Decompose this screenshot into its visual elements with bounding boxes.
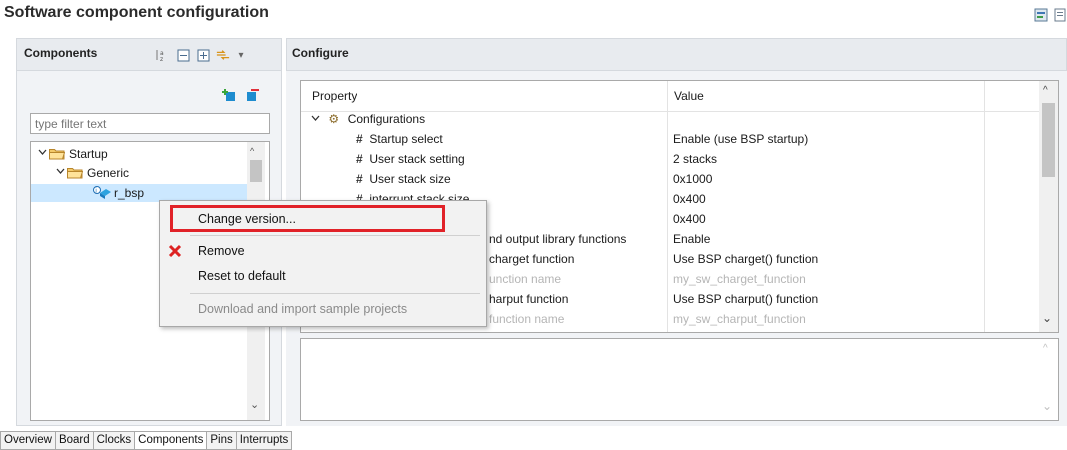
highlight-box <box>170 205 445 232</box>
scroll-up-icon[interactable]: ^ <box>250 146 254 156</box>
property-value[interactable]: Use BSP charput() function <box>673 289 818 309</box>
expand-all-icon[interactable] <box>196 48 210 62</box>
menu-item-reset-default[interactable]: Reset to default <box>198 269 286 283</box>
menu-item-download-samples: Download and import sample projects <box>198 302 408 316</box>
hash-icon: # <box>356 172 363 186</box>
property-name: unction name <box>489 272 562 286</box>
folder-icon <box>49 148 66 160</box>
scroll-up-icon[interactable]: ^ <box>1043 85 1048 96</box>
property-value[interactable]: Use BSP charget() function <box>673 249 818 269</box>
hash-icon: # <box>356 152 363 166</box>
column-header-property: Property <box>312 89 358 103</box>
property-name: function name <box>489 312 565 326</box>
property-name: harput function <box>489 292 569 306</box>
gear-icon: ⚙ <box>328 112 340 126</box>
configure-header <box>286 38 1067 71</box>
table-scrollbar-thumb[interactable] <box>1042 103 1055 177</box>
configure-title: Configure <box>292 46 349 60</box>
tree-node-startup[interactable]: Startup <box>35 145 108 163</box>
property-name: charget function <box>489 252 575 266</box>
chevron-down-icon[interactable] <box>35 148 49 160</box>
table-row[interactable]: # Startup select <box>356 129 443 149</box>
collapse-all-icon[interactable] <box>176 48 190 62</box>
view-menu-icon[interactable]: ▾ <box>234 48 248 62</box>
tree-label: Generic <box>87 166 130 180</box>
scroll-up-icon[interactable]: ^ <box>1043 343 1048 354</box>
tab-clocks[interactable]: Clocks <box>93 431 136 450</box>
remove-component-icon[interactable] <box>245 88 259 105</box>
tab-components[interactable]: Components <box>135 431 208 450</box>
property-value[interactable]: 0x1000 <box>673 169 712 189</box>
tree-label: Startup <box>69 147 108 161</box>
tree-label: r_bsp <box>114 186 145 200</box>
table-row[interactable]: ⚙ Configurations <box>311 109 425 129</box>
generate-code-icon[interactable] <box>1034 8 1048 22</box>
component-icon: i <box>92 185 112 202</box>
link-editor-icon[interactable] <box>216 48 230 62</box>
table-row[interactable]: # User stack size <box>356 169 451 189</box>
menu-item-remove[interactable]: Remove <box>198 244 245 258</box>
tree-scrollbar-thumb[interactable] <box>250 160 262 182</box>
column-header-value: Value <box>674 89 704 103</box>
svg-text:z: z <box>160 56 163 62</box>
tree-node-generic[interactable]: Generic <box>53 164 129 182</box>
add-component-icon[interactable] <box>222 88 236 105</box>
property-value[interactable]: 0x400 <box>673 209 706 229</box>
tab-overview[interactable]: Overview <box>0 431 56 450</box>
property-value[interactable]: Enable <box>673 229 710 249</box>
tab-pins[interactable]: Pins <box>207 431 237 450</box>
property-name: User stack setting <box>369 152 465 166</box>
remove-icon <box>168 244 182 261</box>
scroll-down-icon[interactable]: ⌄ <box>1042 399 1052 413</box>
table-row[interactable]: # User stack setting <box>356 149 465 169</box>
property-name: Configurations <box>347 112 426 126</box>
chevron-down-icon[interactable] <box>311 109 325 129</box>
property-value[interactable]: 0x400 <box>673 189 706 209</box>
property-name: nd output library functions <box>489 232 627 246</box>
description-area <box>300 338 1059 421</box>
scroll-down-icon[interactable]: ⌄ <box>1042 311 1052 325</box>
chevron-down-icon[interactable] <box>53 167 67 179</box>
tab-board[interactable]: Board <box>55 431 94 450</box>
property-value: my_sw_charget_function <box>673 272 806 286</box>
components-title: Components <box>24 46 98 60</box>
filter-input[interactable] <box>30 113 270 134</box>
page-title: Software component configuration <box>4 4 269 21</box>
property-name: Startup select <box>369 132 443 146</box>
editor-tabs: Overview Board Clocks Components Pins In… <box>0 431 293 450</box>
property-value[interactable]: 2 stacks <box>673 149 717 169</box>
scroll-down-icon[interactable]: ⌄ <box>250 398 259 411</box>
folder-icon <box>67 167 84 179</box>
property-value[interactable]: Enable (use BSP startup) <box>673 129 808 149</box>
report-icon[interactable] <box>1053 8 1067 22</box>
hash-icon: # <box>356 132 363 146</box>
property-value: my_sw_charput_function <box>673 312 806 326</box>
sort-alpha-icon[interactable]: az <box>154 48 168 62</box>
property-name: User stack size <box>369 172 451 186</box>
tab-interrupts[interactable]: Interrupts <box>236 431 293 450</box>
